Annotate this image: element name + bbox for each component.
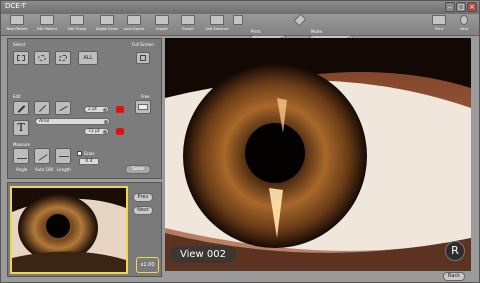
line-color-swatch[interactable] <box>116 106 124 113</box>
scale-input[interactable]: 0.4 <box>79 158 99 165</box>
font-select[interactable]: Arial <box>35 118 110 125</box>
window-title: DCE-T <box>5 2 26 10</box>
chevron-down-icon <box>103 130 107 134</box>
zoom-indicator[interactable]: x1.00 <box>136 257 159 273</box>
thumbnail-panel: Prev Next x1.00 <box>7 182 162 277</box>
auto-export-button[interactable]: Auto Export <box>121 15 147 35</box>
font-size-select[interactable]: 72 pt <box>84 128 109 135</box>
edit-patient-button[interactable]: Edit Patient <box>34 15 60 35</box>
measure-heading: Measure <box>13 142 30 147</box>
auto-180-button[interactable] <box>34 148 50 164</box>
free-draw-icon <box>138 104 148 110</box>
chevron-down-icon <box>103 108 107 112</box>
import-icon <box>155 15 169 25</box>
auto-180-icon <box>38 154 48 161</box>
mode-label: Mode <box>311 29 322 34</box>
prev-button[interactable]: Prev <box>133 193 153 202</box>
select-heading: Select <box>13 42 26 47</box>
arrow-icon <box>38 104 47 113</box>
anti-enhance-icon <box>210 15 224 25</box>
edit-group-button[interactable]: Edit Group <box>64 15 90 35</box>
scale-label: Scale <box>84 151 95 156</box>
line-icon <box>59 105 68 112</box>
angle-icon <box>17 158 27 159</box>
new-patient-button[interactable]: New Patient <box>4 15 30 35</box>
line-width-select[interactable]: 2 pt <box>84 106 109 113</box>
edit-heading: Edit <box>13 94 21 99</box>
pencil-button[interactable] <box>13 101 29 115</box>
minimize-button[interactable]: – <box>445 2 455 12</box>
free-draw-button[interactable] <box>135 100 151 114</box>
fullscreen-heading: Full Screen <box>132 42 154 47</box>
free-heading: Free <box>141 94 150 99</box>
angle-label: Angle <box>16 167 28 172</box>
lasso-icon <box>59 55 67 61</box>
select-all-button[interactable]: ALL <box>78 51 98 65</box>
digital-exam-icon <box>100 15 114 25</box>
eye-thumbnail-image <box>12 188 126 272</box>
next-button[interactable]: Next <box>133 206 153 215</box>
print-icon <box>233 15 243 25</box>
export-icon <box>181 15 195 25</box>
right-eye-button[interactable]: R <box>445 241 465 261</box>
auto-export-icon <box>127 15 141 25</box>
line-button[interactable] <box>55 101 71 115</box>
print-icon-button[interactable] <box>230 15 246 35</box>
eye-photo <box>165 38 471 271</box>
chevron-down-icon <box>104 120 108 124</box>
freehand-select-button[interactable] <box>55 51 71 65</box>
length-button[interactable] <box>55 148 71 164</box>
title-bar: DCE-T – □ × <box>1 1 479 14</box>
anti-enhance-button[interactable]: Anti-Enhance <box>204 15 230 35</box>
import-button[interactable]: Import <box>149 15 175 35</box>
close-button[interactable]: × <box>467 2 477 12</box>
pen-tool-button[interactable] <box>293 13 307 35</box>
auto-180-label: Auto 180 <box>35 167 54 172</box>
image-viewer[interactable]: View 002 R <box>165 38 471 271</box>
text-color-swatch[interactable] <box>116 128 124 135</box>
ellipse-select-icon <box>38 55 46 61</box>
maximize-button[interactable]: □ <box>456 2 466 12</box>
rect-select-icon <box>17 55 25 61</box>
export-button[interactable]: Export <box>175 15 201 35</box>
fullscreen-button[interactable] <box>136 52 150 64</box>
print-button[interactable]: Print <box>426 15 452 35</box>
thumbnail-image[interactable] <box>10 186 128 274</box>
rect-select-button[interactable] <box>13 51 29 65</box>
tools-panel: Select ALL Full Screen Edit 2 pt Free T … <box>7 38 162 179</box>
main-toolbar: New Patient Edit Patient Edit Group Digi… <box>1 13 479 42</box>
length-icon <box>59 156 69 157</box>
print-label: Print <box>251 29 261 34</box>
help-button[interactable]: Help <box>451 15 477 35</box>
angle-button[interactable] <box>13 148 29 164</box>
pencil-icon <box>17 105 26 113</box>
print-icon <box>432 15 446 25</box>
edit-patient-icon <box>40 15 54 25</box>
fullscreen-icon <box>140 55 146 61</box>
scale-checkbox[interactable] <box>77 151 82 156</box>
length-label: Length <box>57 167 71 172</box>
app-window: DCE-T – □ × New Patient Edit Patient Edi… <box>0 0 480 283</box>
pen-icon <box>293 13 307 27</box>
arrow-button[interactable] <box>34 101 50 115</box>
window-controls: – □ × <box>445 2 477 12</box>
back-button[interactable]: Back <box>443 272 465 281</box>
save-button[interactable]: Save <box>125 165 151 174</box>
help-icon <box>460 15 468 25</box>
digital-exam-button[interactable]: Digital Exam <box>94 15 120 35</box>
edit-group-icon <box>70 15 84 25</box>
text-tool-button[interactable]: T <box>13 120 29 136</box>
ellipse-select-button[interactable] <box>34 51 50 65</box>
new-patient-icon <box>10 15 24 25</box>
view-label: View 002 <box>170 246 236 263</box>
